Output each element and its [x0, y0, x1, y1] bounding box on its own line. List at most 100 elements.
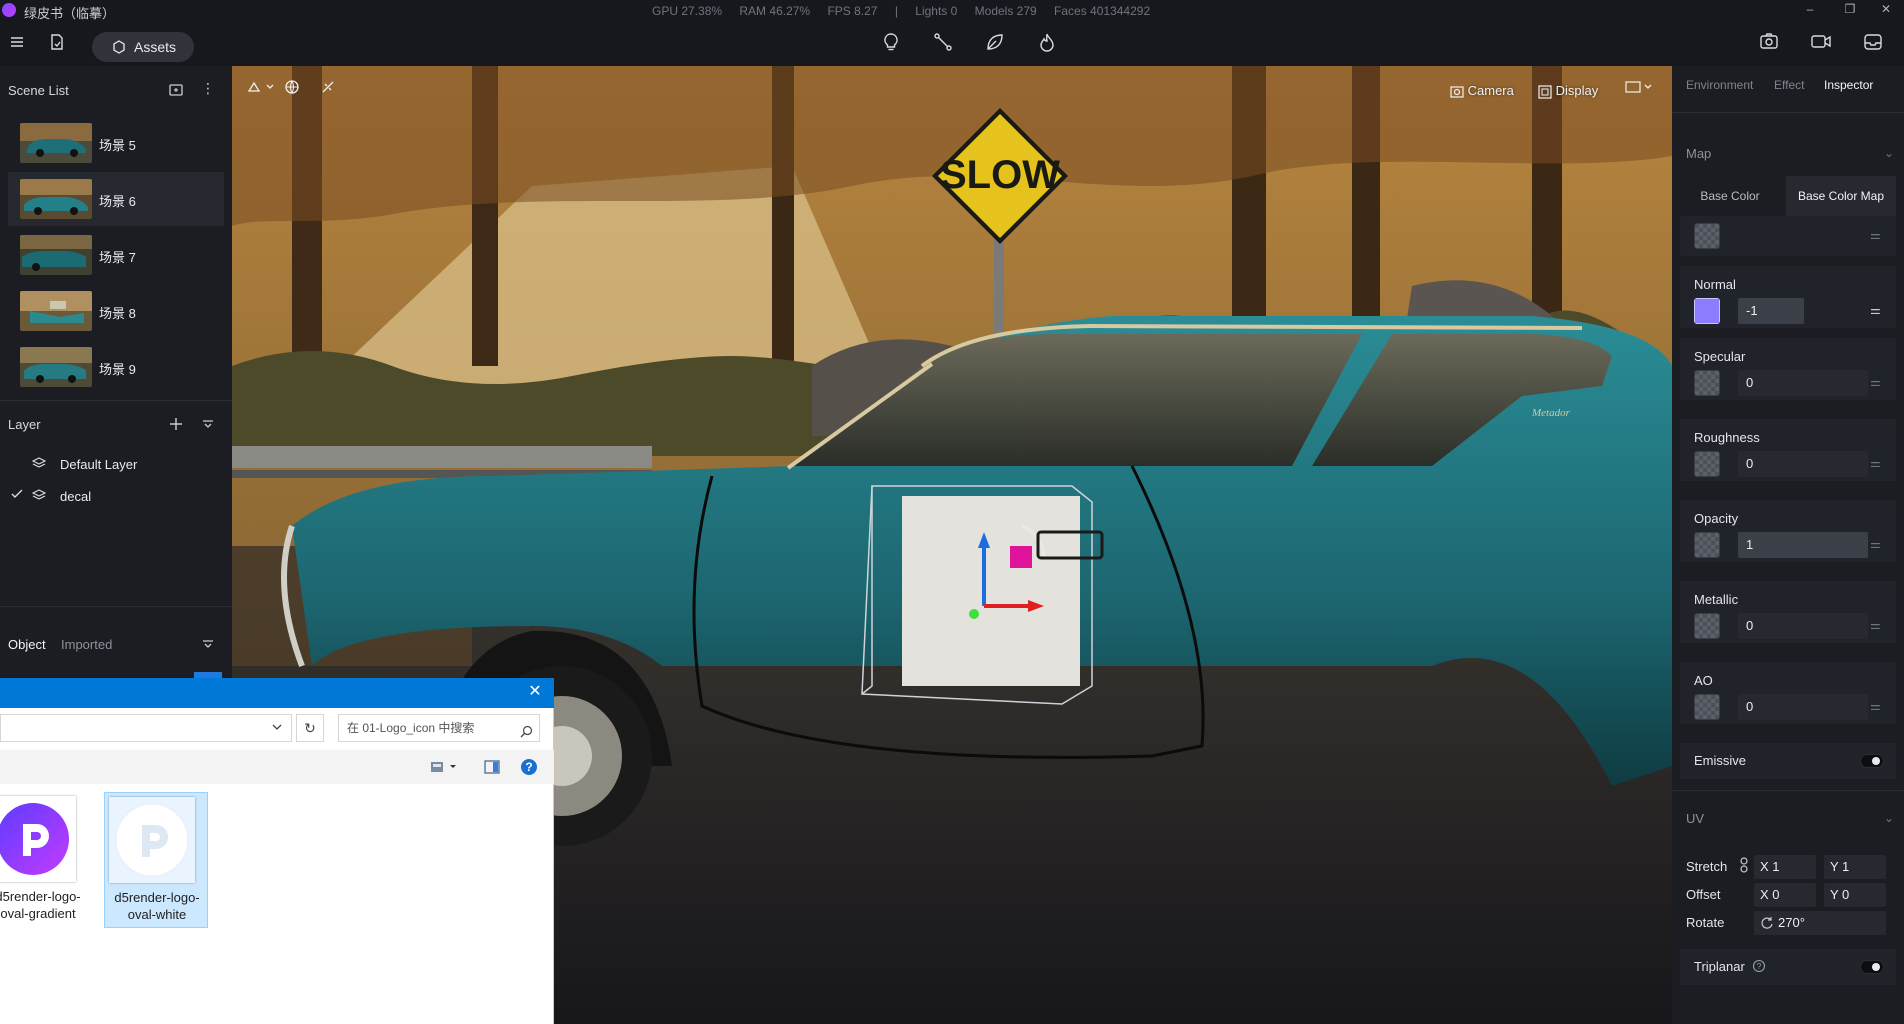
- chevron-down-icon[interactable]: ⌄: [1884, 146, 1894, 160]
- rotate-value: 270°: [1778, 915, 1805, 930]
- emissive-toggle[interactable]: [1860, 754, 1884, 768]
- dialog-close-icon[interactable]: ✕: [524, 681, 546, 703]
- layer-filter-icon[interactable]: [200, 416, 216, 432]
- file-thumbnail: [0, 796, 76, 882]
- adjust-icon[interactable]: ⚌: [1870, 303, 1884, 317]
- menu-icon[interactable]: [4, 33, 30, 59]
- slow-sign-text: SLOW: [940, 153, 1060, 197]
- scene-item[interactable]: 场景 5: [8, 116, 224, 170]
- map-section-title: Map: [1686, 146, 1712, 161]
- search-field[interactable]: 在 01-Logo_icon 中搜索: [338, 714, 540, 742]
- subtab-base-color-map[interactable]: Base Color Map: [1786, 176, 1896, 216]
- adjust-icon[interactable]: ⚌: [1870, 699, 1884, 713]
- file-item-selected[interactable]: d5render-logo- oval-white: [104, 792, 208, 928]
- ao-value-field[interactable]: 0: [1738, 694, 1868, 720]
- svg-text:?: ?: [525, 760, 532, 774]
- scene-label: 场景 5: [99, 138, 136, 153]
- opacity-value-field[interactable]: 1: [1738, 532, 1868, 558]
- adjust-icon[interactable]: ⚌: [1870, 375, 1884, 389]
- leaf-icon[interactable]: [982, 32, 1008, 58]
- view-mode-dropdown[interactable]: [1624, 78, 1654, 104]
- adjust-icon[interactable]: ⚌: [1870, 537, 1884, 551]
- refresh-icon[interactable]: ↻: [296, 714, 324, 742]
- triplanar-toggle[interactable]: [1860, 960, 1884, 974]
- maximize-button[interactable]: ❐: [1830, 2, 1870, 20]
- link-icon[interactable]: [1738, 857, 1750, 876]
- ao-swatch[interactable]: [1694, 694, 1720, 720]
- tab-object[interactable]: Object: [8, 637, 46, 652]
- roughness-swatch[interactable]: [1694, 451, 1720, 477]
- triplanar-label: Triplanar: [1694, 959, 1745, 974]
- tab-environment[interactable]: Environment: [1686, 78, 1753, 92]
- object-filter-icon[interactable]: [200, 636, 216, 652]
- gpu-stat: GPU 27.38%: [652, 4, 723, 18]
- tab-imported[interactable]: Imported: [61, 637, 112, 652]
- camera-icon: [1450, 85, 1464, 98]
- file-name: d5render-logo- oval-gradient: [0, 888, 90, 922]
- metallic-swatch[interactable]: [1694, 613, 1720, 639]
- tab-inspector[interactable]: Inspector: [1824, 78, 1873, 92]
- models-stat: Models 279: [974, 4, 1037, 18]
- snap-icon[interactable]: [320, 78, 336, 104]
- adjust-icon[interactable]: ⚌: [1870, 618, 1884, 632]
- tab-effect[interactable]: Effect: [1774, 78, 1804, 92]
- rotate-field[interactable]: 270°: [1754, 911, 1886, 935]
- path-icon[interactable]: [930, 32, 956, 58]
- file-item[interactable]: d5render-logo- oval-gradient: [0, 792, 90, 928]
- roughness-value-field[interactable]: 0: [1738, 451, 1868, 477]
- layer-label: decal: [60, 489, 92, 504]
- layer-title: Layer: [8, 417, 41, 432]
- globe-icon[interactable]: [284, 78, 300, 104]
- stretch-y-field[interactable]: Y 1: [1824, 855, 1886, 879]
- search-icon[interactable]: [520, 721, 533, 747]
- scene-more-icon[interactable]: ⋮: [200, 81, 216, 97]
- stretch-row: Stretch X 1 Y 1: [1680, 855, 1896, 881]
- screenshot-icon[interactable]: [1756, 32, 1782, 58]
- stretch-x-field[interactable]: X 1: [1754, 855, 1816, 879]
- fire-icon[interactable]: [1034, 32, 1060, 58]
- scene-item-selected[interactable]: 场景 6: [8, 172, 224, 226]
- offset-y-field[interactable]: Y 0: [1824, 883, 1886, 907]
- add-layer-icon[interactable]: [168, 416, 184, 432]
- export-icon[interactable]: [1860, 32, 1886, 58]
- chevron-down-icon[interactable]: [271, 720, 283, 738]
- base-color-map-swatch[interactable]: [1694, 223, 1720, 249]
- specular-block: Specular 0 ⚌: [1680, 338, 1896, 400]
- normal-value-field[interactable]: -1: [1738, 298, 1804, 324]
- display-button[interactable]: Display: [1538, 78, 1598, 104]
- app-logo-icon: [2, 3, 16, 17]
- fps-stat: FPS 8.27: [827, 4, 878, 18]
- subtab-base-color[interactable]: Base Color: [1680, 176, 1780, 216]
- stats-separator: |: [894, 4, 898, 18]
- light-bulb-icon[interactable]: [878, 32, 904, 58]
- scene-item[interactable]: 场景 7: [8, 228, 224, 282]
- specular-swatch[interactable]: [1694, 370, 1720, 396]
- preview-pane-icon[interactable]: [484, 760, 500, 779]
- emissive-block: Emissive: [1680, 743, 1896, 779]
- minimize-button[interactable]: –: [1790, 2, 1830, 20]
- specular-value-field[interactable]: 0: [1738, 370, 1868, 396]
- address-bar[interactable]: [0, 714, 292, 742]
- adjust-icon[interactable]: ⚌: [1870, 456, 1884, 470]
- metallic-value-field[interactable]: 0: [1738, 613, 1868, 639]
- chevron-down-icon[interactable]: ⌄: [1884, 811, 1894, 825]
- scene-capture-icon[interactable]: [168, 82, 184, 98]
- adjust-icon[interactable]: ⚌: [1870, 228, 1884, 242]
- transform-tool-icon[interactable]: [246, 78, 276, 104]
- layer-item-default[interactable]: Default Layer: [0, 451, 232, 477]
- close-window-button[interactable]: ✕: [1866, 2, 1904, 20]
- help-icon[interactable]: ?: [1752, 959, 1766, 978]
- camera-button[interactable]: Camera: [1450, 78, 1514, 104]
- assets-button[interactable]: Assets: [92, 32, 194, 62]
- opacity-swatch[interactable]: [1694, 532, 1720, 558]
- scene-item[interactable]: 场景 8: [8, 284, 224, 338]
- layer-item-decal[interactable]: decal: [0, 483, 232, 509]
- document-icon[interactable]: [44, 33, 70, 59]
- video-icon[interactable]: [1808, 32, 1834, 58]
- ao-block: AO 0 ⚌: [1680, 662, 1896, 724]
- normal-map-swatch[interactable]: [1694, 298, 1720, 324]
- scene-item[interactable]: 场景 9: [8, 340, 224, 394]
- offset-x-field[interactable]: X 0: [1754, 883, 1816, 907]
- view-options-icon[interactable]: [430, 760, 460, 779]
- help-icon[interactable]: ?: [520, 758, 538, 781]
